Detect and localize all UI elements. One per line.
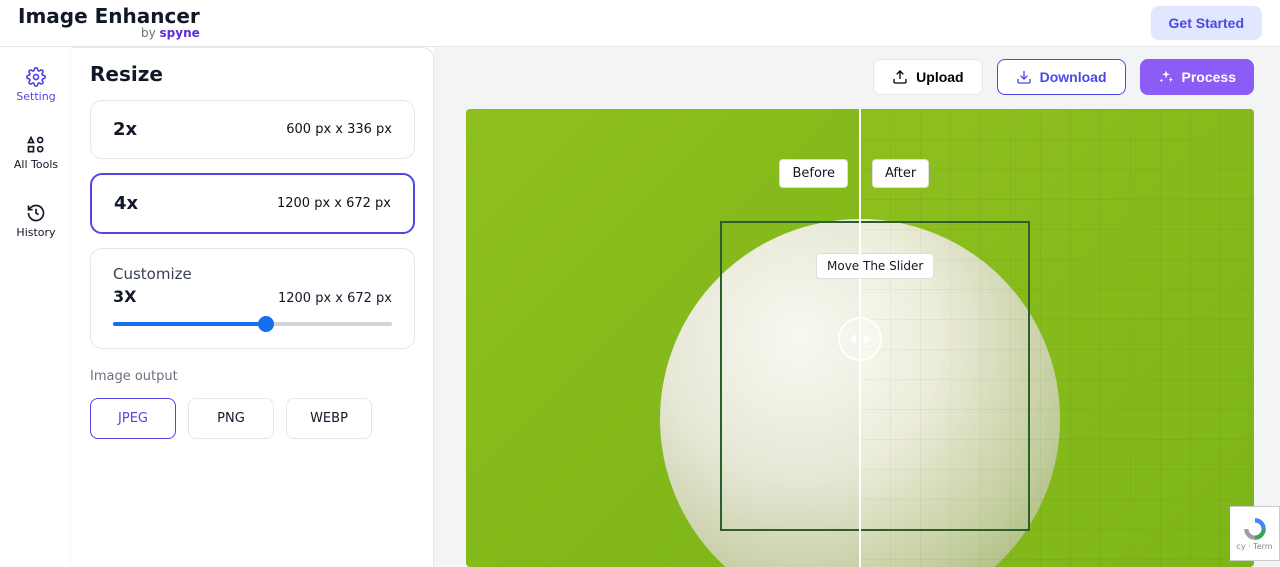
arrows-horizontal-icon [850, 332, 870, 346]
sidenav: Setting All Tools History [0, 47, 72, 567]
compare-handle[interactable] [838, 317, 882, 361]
action-bar: Upload Download Process [873, 59, 1254, 95]
shapes-icon [26, 135, 46, 155]
after-label: After [872, 159, 929, 188]
slider-track-fill [113, 322, 266, 326]
sidenav-label: History [16, 226, 55, 239]
download-button[interactable]: Download [997, 59, 1126, 95]
image-preview: Before After Move The Slider [466, 109, 1254, 567]
slider-thumb[interactable] [258, 316, 274, 332]
recaptcha-icon [1242, 516, 1268, 542]
recaptcha-badge: cy · Term [1230, 506, 1280, 561]
slider-tooltip: Move The Slider [816, 253, 934, 279]
customize-slider[interactable] [113, 316, 392, 332]
sidenav-label: All Tools [14, 158, 58, 171]
resize-option-4x[interactable]: 4x 1200 px x 672 px [90, 173, 415, 234]
sparkle-icon [1158, 69, 1174, 85]
history-icon [26, 203, 46, 223]
app-header: Image Enhancer by spyne Get Started [0, 0, 1280, 47]
customize-label: Customize [113, 265, 392, 283]
option-multiplier: 2x [113, 119, 137, 140]
panel-title: Resize [90, 62, 415, 86]
get-started-button[interactable]: Get Started [1151, 6, 1262, 40]
brand-subtitle: by spyne [141, 27, 200, 40]
format-group: JPEG PNG WEBP [90, 398, 415, 439]
work-area: Upload Download Process Before After Mov… [434, 47, 1280, 567]
upload-icon [892, 69, 908, 85]
customize-dimensions: 1200 px x 672 px [278, 291, 392, 306]
upload-button[interactable]: Upload [873, 59, 982, 95]
recaptcha-text: cy · Term [1236, 542, 1272, 551]
sidenav-item-history[interactable]: History [9, 193, 63, 249]
sidenav-item-setting[interactable]: Setting [9, 57, 63, 113]
button-label: Process [1182, 69, 1236, 85]
resize-option-2x[interactable]: 2x 600 px x 336 px [90, 100, 415, 159]
brand: Image Enhancer by spyne [18, 6, 200, 40]
sidenav-item-all-tools[interactable]: All Tools [5, 125, 67, 181]
customize-multiplier: 3X [113, 287, 136, 306]
download-icon [1016, 69, 1032, 85]
brand-title: Image Enhancer [18, 6, 200, 27]
format-webp[interactable]: WEBP [286, 398, 372, 439]
process-button[interactable]: Process [1140, 59, 1254, 95]
option-dimensions: 600 px x 336 px [286, 122, 392, 137]
format-png[interactable]: PNG [188, 398, 274, 439]
format-jpeg[interactable]: JPEG [90, 398, 176, 439]
gear-icon [26, 67, 46, 87]
button-label: Download [1040, 69, 1107, 85]
sidenav-label: Setting [16, 90, 55, 103]
option-multiplier: 4x [114, 193, 138, 214]
settings-panel: Resize 2x 600 px x 336 px 4x 1200 px x 6… [72, 47, 434, 567]
before-label: Before [779, 159, 848, 188]
button-label: Upload [916, 69, 963, 85]
option-dimensions: 1200 px x 672 px [277, 196, 391, 211]
customize-card: Customize 3X 1200 px x 672 px [90, 248, 415, 349]
app-body: Setting All Tools History Resize 2x 600 … [0, 47, 1280, 567]
output-label: Image output [90, 369, 415, 384]
